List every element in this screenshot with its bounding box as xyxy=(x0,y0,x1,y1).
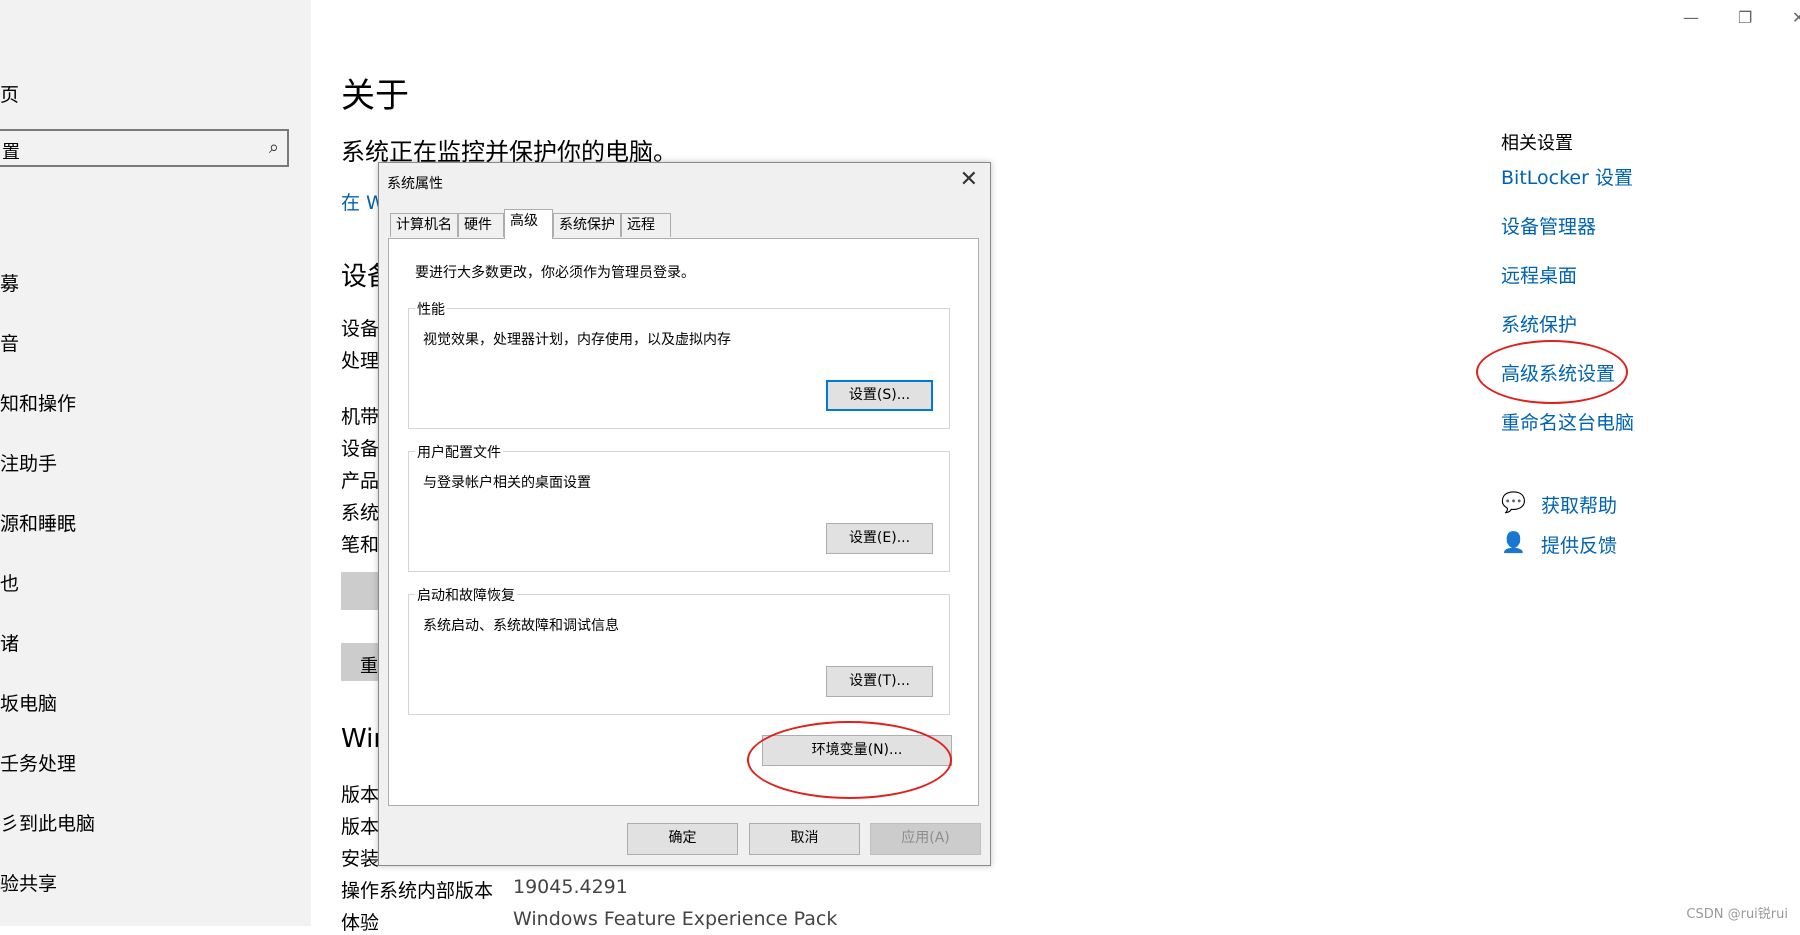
device-label: 产品 xyxy=(341,470,380,492)
win-label: 版本 xyxy=(341,784,380,806)
related-settings-heading: 相关设置 xyxy=(1501,133,1573,154)
device-label: 设备 xyxy=(341,318,380,340)
help-icon: 💬 xyxy=(1501,490,1526,514)
rename-this-pc-link[interactable]: 重命名这台电脑 xyxy=(1501,408,1634,435)
apply-button: 应用(A) xyxy=(870,823,981,855)
os-build-value: 19045.4291 xyxy=(513,876,628,898)
feedback-icon: 👤 xyxy=(1501,530,1526,554)
performance-legend: 性能 xyxy=(415,299,447,319)
rename-pc-button[interactable]: 重 xyxy=(341,643,381,681)
device-label: 笔和 xyxy=(341,534,380,556)
nav-item[interactable]: 知和操作 xyxy=(0,389,76,416)
watermark: CSDN @rui锐rui xyxy=(1686,907,1788,922)
cancel-button[interactable]: 取消 xyxy=(749,823,860,855)
nav-item[interactable]: 也 xyxy=(0,569,19,596)
performance-settings-button[interactable]: 设置(S)... xyxy=(826,380,933,411)
user-profiles-legend: 用户配置文件 xyxy=(415,442,503,462)
close-window-icon[interactable]: ✕ xyxy=(1792,8,1800,27)
tab-computer-name[interactable]: 计算机名 xyxy=(390,213,458,237)
bitlocker-settings-link[interactable]: BitLocker 设置 xyxy=(1501,163,1633,190)
performance-group: 性能 视觉效果，处理器计划，内存使用，以及虚拟内存 设置(S)... xyxy=(408,299,950,429)
user-profiles-settings-button[interactable]: 设置(E)... xyxy=(826,523,933,554)
advanced-tab-panel: 要进行大多数更改，你必须作为管理员登录。 性能 视觉效果，处理器计划，内存使用，… xyxy=(388,238,979,806)
nav-item[interactable]: 坂电脑 xyxy=(0,689,57,716)
device-manager-link[interactable]: 设备管理器 xyxy=(1501,212,1596,239)
nav-item[interactable]: 壬务处理 xyxy=(0,749,76,776)
close-icon[interactable]: ✕ xyxy=(960,167,978,192)
user-profiles-group: 用户配置文件 与登录帐户相关的桌面设置 设置(E)... xyxy=(408,442,950,572)
win-label: 版本 xyxy=(341,816,380,838)
startup-recovery-group: 启动和故障恢复 系统启动、系统故障和调试信息 设置(T)... xyxy=(408,585,950,715)
performance-desc: 视觉效果，处理器计划，内存使用，以及虚拟内存 xyxy=(423,332,731,348)
user-profiles-desc: 与登录帐户相关的桌面设置 xyxy=(423,475,591,491)
minimize-icon[interactable]: — xyxy=(1683,8,1699,27)
experience-value: Windows Feature Experience Pack xyxy=(513,908,838,930)
nav-item[interactable]: 源和睡眠 xyxy=(0,509,76,536)
page-title: 关于 xyxy=(341,76,409,116)
nav-item[interactable]: 诸 xyxy=(0,629,19,656)
startup-recovery-settings-button[interactable]: 设置(T)... xyxy=(826,666,933,697)
system-protection-link[interactable]: 系统保护 xyxy=(1501,310,1577,337)
nav-item[interactable]: 注助手 xyxy=(0,449,57,476)
left-nav: 页 置 ⌕ 募 音 知和操作 注助手 源和睡眠 也 诸 坂电脑 壬务处理 彡到此… xyxy=(0,0,311,926)
get-help-link[interactable]: 获取帮助 xyxy=(1541,491,1617,518)
search-input-text: 置 xyxy=(2,142,20,163)
admin-note: 要进行大多数更改，你必须作为管理员登录。 xyxy=(415,265,695,281)
copy-button[interactable] xyxy=(341,572,381,610)
search-input[interactable]: 置 ⌕ xyxy=(0,129,289,167)
nav-item[interactable]: 彡到此电脑 xyxy=(0,809,95,836)
rename-pc-button-label: 重 xyxy=(360,656,378,677)
nav-item[interactable]: 募 xyxy=(0,269,19,296)
search-icon: ⌕ xyxy=(268,137,279,158)
tab-advanced[interactable]: 高级 xyxy=(504,209,553,239)
ok-button[interactable]: 确定 xyxy=(627,823,738,855)
experience-label: 体验 xyxy=(341,912,380,934)
os-build-label: 操作系统内部版本 xyxy=(341,880,494,902)
give-feedback-link[interactable]: 提供反馈 xyxy=(1541,531,1617,558)
nav-item[interactable]: 验共享 xyxy=(0,869,57,896)
device-label: 设备 xyxy=(341,438,380,460)
highlight-ellipse xyxy=(747,721,952,799)
tab-hardware[interactable]: 硬件 xyxy=(458,213,504,237)
tab-remote[interactable]: 远程 xyxy=(621,213,671,237)
highlight-ellipse xyxy=(1476,340,1628,404)
dialog-title: 系统属性 xyxy=(387,176,443,192)
device-label: 机带 xyxy=(341,406,380,428)
nav-item[interactable]: 音 xyxy=(0,329,19,356)
restore-icon[interactable]: ❐ xyxy=(1738,8,1752,27)
device-label: 处理 xyxy=(341,350,380,372)
win-label: 安装 xyxy=(341,848,380,870)
device-label: 系统 xyxy=(341,502,380,524)
tab-system-protection[interactable]: 系统保护 xyxy=(553,213,621,237)
remote-desktop-link[interactable]: 远程桌面 xyxy=(1501,261,1577,288)
startup-recovery-legend: 启动和故障恢复 xyxy=(415,585,517,605)
nav-item-home[interactable]: 页 xyxy=(0,80,19,107)
startup-recovery-desc: 系统启动、系统故障和调试信息 xyxy=(423,618,619,634)
